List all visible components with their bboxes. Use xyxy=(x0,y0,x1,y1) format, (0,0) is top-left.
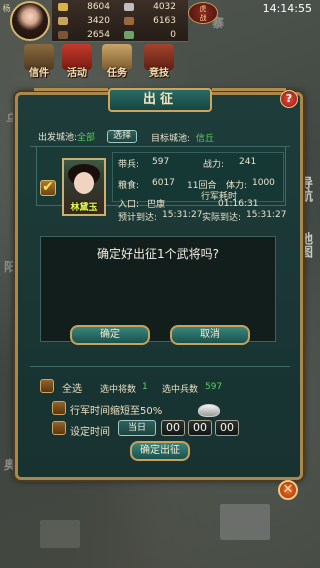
target-city-value: 信丘 xyxy=(195,134,214,144)
portrait-face xyxy=(74,172,94,194)
food-value: 6017 xyxy=(152,178,175,188)
divider xyxy=(30,366,290,367)
wood-icon xyxy=(58,31,68,39)
selected-generals-count: 1 xyxy=(142,382,148,392)
power-value: 241 xyxy=(239,157,257,167)
menu-letters[interactable]: 信件 xyxy=(20,44,58,84)
gold-coin-icon xyxy=(58,3,68,11)
resource-soldier: 6163 xyxy=(124,14,176,28)
cancel-button[interactable]: 取消 xyxy=(170,325,250,345)
status-time: 14:14:55 xyxy=(262,2,312,15)
resource-panel: 8604 3420 2654 4032 6163 0 xyxy=(52,0,188,42)
silver-ingot-icon xyxy=(198,404,220,417)
target-city-row: 目标城池: 信丘 xyxy=(151,134,214,144)
stamina-value: 1000 xyxy=(252,178,275,188)
select-city-button[interactable]: 选择 xyxy=(107,130,138,143)
player-name: 杨 xyxy=(2,4,11,12)
day-select-button[interactable]: 当日 xyxy=(118,420,156,436)
set-time-checkbox[interactable] xyxy=(52,421,66,435)
soldier-icon xyxy=(124,17,134,25)
battle-badge[interactable]: 虎 战 xyxy=(188,2,218,24)
resource-silver: 4032 xyxy=(124,0,176,14)
troops-value: 597 xyxy=(152,157,170,167)
resource-jade: 0 xyxy=(124,28,176,42)
menu-events[interactable]: 活动 xyxy=(58,44,96,84)
close-dialog-button[interactable]: ✕ xyxy=(278,480,298,500)
top-bar: 杨 8604 3420 2654 4032 6163 0 虎 战 14:14:5… xyxy=(0,0,320,42)
map-building xyxy=(220,504,270,540)
second-input[interactable]: 00 xyxy=(215,420,239,436)
silver-icon xyxy=(124,3,134,11)
title-ornament xyxy=(212,88,286,108)
title-ornament xyxy=(34,88,108,108)
select-all-label: 全选 xyxy=(62,384,82,395)
menu-arena[interactable]: 竞技 xyxy=(140,44,178,84)
map-building xyxy=(40,520,80,548)
help-button[interactable]: ? xyxy=(280,90,298,108)
player-avatar[interactable] xyxy=(10,1,50,41)
dispatch-button[interactable]: 确定出征 xyxy=(130,441,190,461)
march-time-value: 01:16:31 xyxy=(218,199,259,209)
confirm-message: 确定好出征1个武将吗? xyxy=(96,247,219,261)
selected-troops-count: 597 xyxy=(205,382,223,392)
dialog-title: 出征 xyxy=(108,88,212,112)
actual-eta-value: 15:31:27 xyxy=(246,210,287,220)
resource-grain: 3420 xyxy=(58,14,110,28)
menu-tasks[interactable]: 任务 xyxy=(98,44,136,84)
general-select-checkbox[interactable]: ✔ xyxy=(40,180,56,196)
origin-city-row: 出发城池: 全部 选择 xyxy=(38,130,141,143)
jade-icon xyxy=(124,31,134,39)
shorten-march-label: 行军时间缩短至50% xyxy=(70,406,163,417)
set-time-label: 设定时间 xyxy=(70,427,110,438)
minute-input[interactable]: 00 xyxy=(188,420,212,436)
general-portrait[interactable]: 林黛玉 xyxy=(62,158,106,216)
eta-value: 15:31:27 xyxy=(162,210,203,220)
select-all-checkbox[interactable] xyxy=(40,379,54,393)
grain-icon xyxy=(58,17,68,25)
general-name: 林黛玉 xyxy=(70,203,98,213)
hour-input[interactable]: 00 xyxy=(161,420,185,436)
confirm-button[interactable]: 确定 xyxy=(70,325,150,345)
origin-city-value: 全部 xyxy=(77,133,96,143)
entry-value: 巴康 xyxy=(147,200,166,210)
resource-wood: 2654 xyxy=(58,28,110,42)
resource-gold: 8604 xyxy=(58,0,110,14)
shorten-march-checkbox[interactable] xyxy=(52,401,66,415)
